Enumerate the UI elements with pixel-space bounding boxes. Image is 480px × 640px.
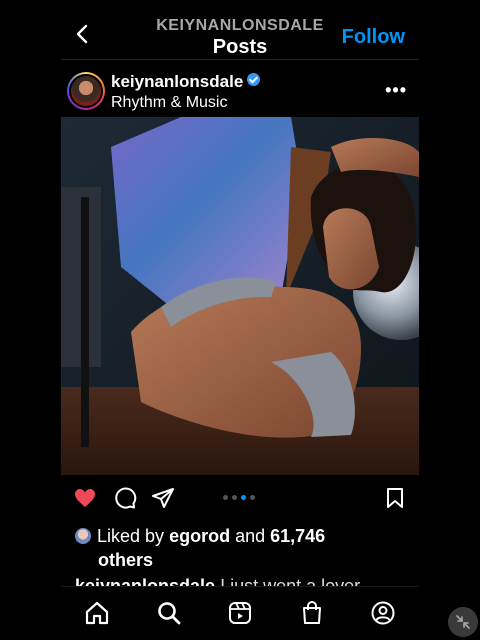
post-actions	[61, 482, 419, 514]
carousel-dot-active	[241, 495, 246, 500]
search-icon[interactable]	[156, 600, 182, 626]
caption-author[interactable]: keiynanlonsdale	[75, 576, 215, 586]
profile-icon[interactable]	[370, 600, 396, 626]
carousel-dot	[250, 495, 255, 500]
top-bar: KEIYNANLONSDALE Posts Follow	[61, 0, 419, 60]
post-author[interactable]: keiynanlonsdale	[111, 72, 261, 92]
avatar[interactable]	[67, 72, 105, 110]
likes-summary[interactable]: Liked by egorod and 61,746 others	[75, 524, 405, 572]
comment-icon[interactable]	[113, 486, 137, 510]
liker-username[interactable]: egorod	[169, 526, 230, 546]
heart-icon[interactable]	[73, 486, 97, 510]
caption-text: I just went a lover...	[220, 576, 375, 586]
likes-count[interactable]: 61,746	[270, 526, 325, 546]
carousel-dot	[232, 495, 237, 500]
shop-icon[interactable]	[299, 600, 325, 626]
send-icon[interactable]	[151, 486, 175, 510]
carousel-indicator	[223, 495, 255, 500]
post-header: keiynanlonsdale Rhythm & Music •••	[61, 70, 419, 116]
bookmark-icon[interactable]	[383, 486, 407, 510]
minimize-window-button[interactable]	[448, 607, 478, 637]
likes-suffix[interactable]: others	[98, 550, 153, 570]
follow-button[interactable]: Follow	[342, 26, 405, 49]
carousel-dot	[223, 495, 228, 500]
collapse-arrows-icon	[456, 615, 470, 629]
post-author-name[interactable]: keiynanlonsdale	[111, 72, 243, 91]
more-options-button[interactable]: •••	[385, 80, 407, 101]
post-subtitle[interactable]: Rhythm & Music	[111, 94, 227, 112]
post-caption[interactable]: keiynanlonsdale I just went a lover...	[75, 574, 405, 586]
verified-badge-icon	[247, 73, 261, 86]
home-icon[interactable]	[84, 600, 110, 626]
instagram-screen: KEIYNANLONSDALE Posts Follow keiynanlons…	[61, 0, 419, 640]
reels-icon[interactable]	[227, 600, 253, 626]
bottom-tab-bar	[61, 586, 419, 640]
post-image[interactable]	[61, 117, 419, 475]
likes-prefix: Liked by	[97, 526, 165, 546]
liker-avatar	[75, 528, 91, 544]
likes-and: and	[235, 526, 266, 546]
